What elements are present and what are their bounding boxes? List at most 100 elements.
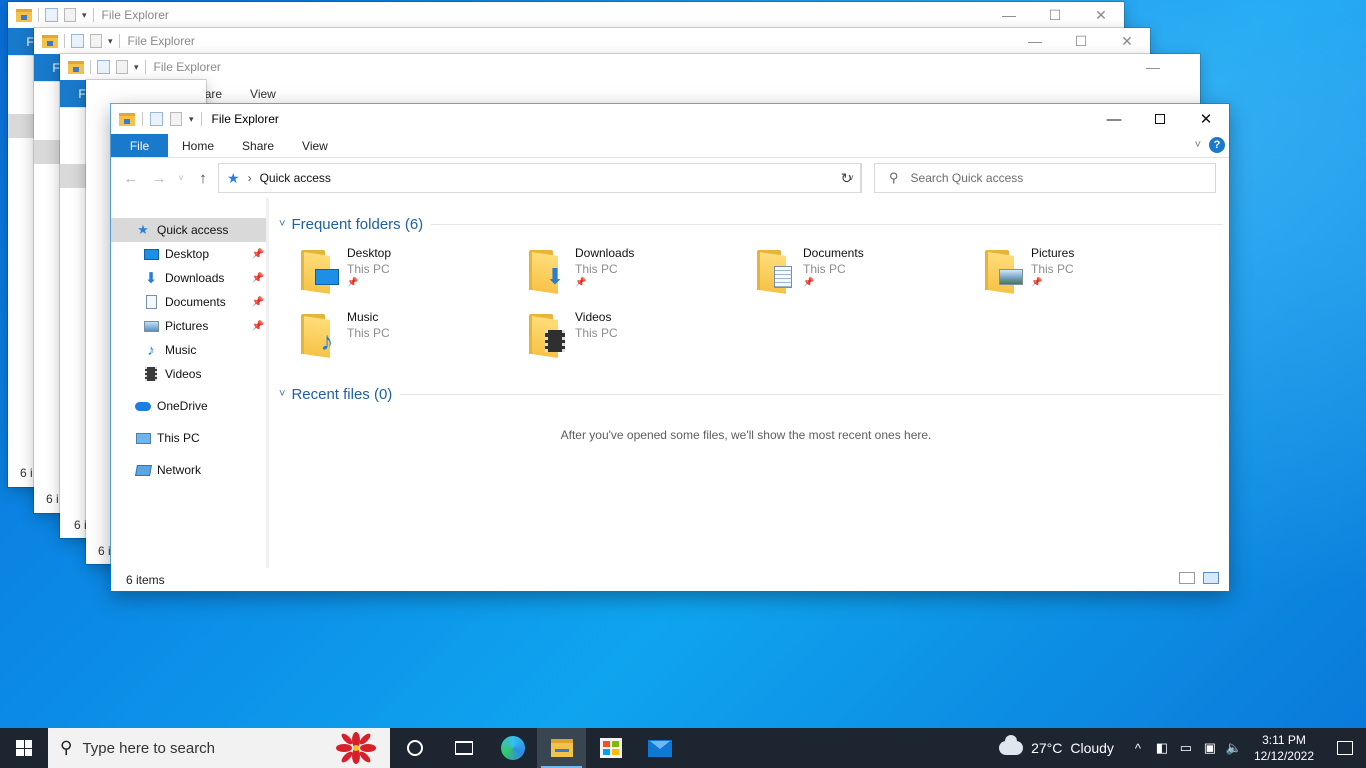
sidebar-item-network[interactable]: Network [111, 458, 268, 482]
customize-caret-icon[interactable]: ▾ [108, 36, 113, 47]
pin-icon[interactable]: 📌 [252, 249, 264, 260]
content-pane[interactable]: ˅ Frequent folders (6) Desktop This PC 📌… [269, 198, 1229, 568]
store-button[interactable] [586, 728, 635, 768]
sidebar-item-this-pc[interactable]: This PC [111, 426, 268, 450]
customize-caret-icon[interactable]: ▾ [189, 114, 194, 125]
window-title: File Explorer [154, 60, 221, 74]
title-bar[interactable]: ▾ File Explorer [111, 104, 1229, 134]
close-button[interactable]: ✕ [1104, 28, 1150, 54]
tab-share[interactable]: Share [228, 134, 288, 157]
new-folder-icon[interactable] [170, 112, 182, 126]
search-placeholder: Search Quick access [911, 171, 1024, 185]
new-folder-icon[interactable] [64, 8, 76, 22]
chevron-down-icon[interactable]: ˅ [279, 218, 285, 230]
minimize-button[interactable]: — [986, 2, 1032, 28]
status-bar: 6 items [111, 568, 1229, 591]
tab-home[interactable]: Home [168, 134, 228, 157]
recent-locations-button[interactable]: ˅ [173, 173, 189, 183]
folder-tile-desktop[interactable]: Desktop This PC 📌 [301, 242, 529, 306]
pin-icon[interactable]: 📌 [252, 321, 264, 332]
folder-location: This PC [803, 261, 864, 277]
start-button[interactable] [0, 728, 48, 768]
address-bar[interactable]: ★ › Quick access ˅ [218, 163, 861, 193]
sidebar-item-onedrive[interactable]: OneDrive [111, 394, 268, 418]
folder-tile-videos[interactable]: Videos This PC [529, 306, 757, 370]
folder-tile-music[interactable]: ♪ Music This PC [301, 306, 529, 370]
sidebar-item-label: Videos [165, 367, 201, 381]
back-button[interactable]: ← [117, 170, 145, 187]
properties-icon[interactable] [71, 34, 84, 48]
show-hidden-icons-button[interactable]: ^ [1126, 741, 1150, 756]
folder-tile-documents[interactable]: Documents This PC 📌 [757, 242, 985, 306]
sidebar-item-desktop[interactable]: Desktop 📌 [111, 242, 268, 266]
meet-now-icon[interactable]: ◧ [1150, 740, 1174, 756]
task-view-button[interactable] [439, 728, 488, 768]
title-bar[interactable]: ▾ File Explorer [34, 28, 1150, 54]
close-button[interactable]: ✕ [1078, 2, 1124, 28]
maximize-button[interactable]: ☐ [1032, 2, 1078, 28]
properties-icon[interactable] [45, 8, 58, 22]
taskbar-search-box[interactable]: ⚲ Type here to search [48, 728, 390, 768]
folder-tile-pictures[interactable]: Pictures This PC 📌 [985, 242, 1213, 306]
breadcrumb-separator[interactable]: › [248, 171, 252, 185]
file-explorer-taskbar-button[interactable] [537, 728, 586, 768]
sidebar-item-label: Downloads [165, 271, 224, 285]
battery-icon[interactable]: ▭ [1174, 740, 1198, 756]
details-view-icon[interactable] [1179, 572, 1195, 584]
mail-button[interactable] [635, 728, 684, 768]
new-folder-icon[interactable] [116, 60, 128, 74]
up-button[interactable]: ↑ [189, 170, 217, 187]
group-divider [400, 394, 1223, 395]
sidebar-item-label: Pictures [165, 319, 208, 333]
refresh-button[interactable]: ↻ [832, 163, 862, 193]
cloud-icon [135, 398, 151, 414]
pin-icon[interactable]: 📌 [252, 273, 264, 284]
tab-file[interactable]: File [111, 134, 168, 157]
folder-location: This PC [1031, 261, 1074, 277]
folder-name: Downloads [575, 246, 634, 261]
breadcrumb-location[interactable]: Quick access [260, 171, 331, 185]
title-bar[interactable]: ▾ File Explorer [60, 54, 1200, 80]
expand-ribbon-icon[interactable]: ˅ [1195, 139, 1201, 151]
weather-widget[interactable]: 27°C Cloudy [999, 740, 1114, 756]
pin-icon[interactable]: 📌 [252, 297, 264, 308]
close-button[interactable]: ✕ [1183, 104, 1229, 134]
title-bar[interactable]: ▾ File Explorer [8, 2, 1124, 28]
tab-view[interactable]: View [236, 80, 290, 107]
customize-caret-icon[interactable]: ▾ [134, 62, 139, 73]
sidebar-item-downloads[interactable]: ⬇ Downloads 📌 [111, 266, 268, 290]
minimize-button[interactable]: — [1091, 104, 1137, 134]
help-icon[interactable]: ? [1209, 137, 1225, 153]
maximize-button[interactable]: ☐ [1058, 28, 1104, 54]
clock[interactable]: 3:11 PM 12/12/2022 [1254, 732, 1314, 764]
tab-view[interactable]: View [288, 134, 342, 157]
minimize-button[interactable]: — [1130, 54, 1176, 80]
properties-icon[interactable] [150, 112, 163, 126]
large-icons-view-icon[interactable] [1203, 572, 1219, 584]
minimize-button[interactable]: — [1012, 28, 1058, 54]
sidebar-item-documents[interactable]: Documents 📌 [111, 290, 268, 314]
network-tray-icon[interactable]: ▣ [1198, 740, 1222, 756]
file-explorer-window[interactable]: ▾ File Explorer — ✕ File Home Share View… [111, 104, 1229, 591]
maximize-button[interactable] [1137, 104, 1183, 134]
edge-button[interactable] [488, 728, 537, 768]
frequent-folders-header[interactable]: ˅ Frequent folders (6) [277, 212, 1229, 236]
sidebar-item-pictures[interactable]: Pictures 📌 [111, 314, 268, 338]
notifications-button[interactable] [1324, 741, 1366, 755]
forward-button[interactable]: → [145, 170, 173, 187]
chevron-down-icon[interactable]: ˅ [279, 388, 285, 400]
folder-name: Videos [575, 310, 618, 325]
new-folder-icon[interactable] [90, 34, 102, 48]
network-icon [135, 462, 151, 478]
recent-files-header[interactable]: ˅ Recent files (0) [277, 382, 1229, 406]
search-input[interactable]: ⚲ Search Quick access [874, 163, 1216, 193]
properties-icon[interactable] [97, 60, 110, 74]
volume-icon[interactable]: 🔈 [1222, 740, 1246, 756]
navigation-pane[interactable]: ★ Quick access Desktop 📌 ⬇ Downloads 📌 D… [111, 198, 269, 568]
sidebar-item-videos[interactable]: Videos [111, 362, 268, 386]
sidebar-item-quick-access[interactable]: ★ Quick access [111, 218, 268, 242]
customize-caret-icon[interactable]: ▾ [82, 10, 87, 21]
cortana-button[interactable] [390, 728, 439, 768]
sidebar-item-music[interactable]: ♪ Music [111, 338, 268, 362]
folder-tile-downloads[interactable]: ⬇ Downloads This PC 📌 [529, 242, 757, 306]
